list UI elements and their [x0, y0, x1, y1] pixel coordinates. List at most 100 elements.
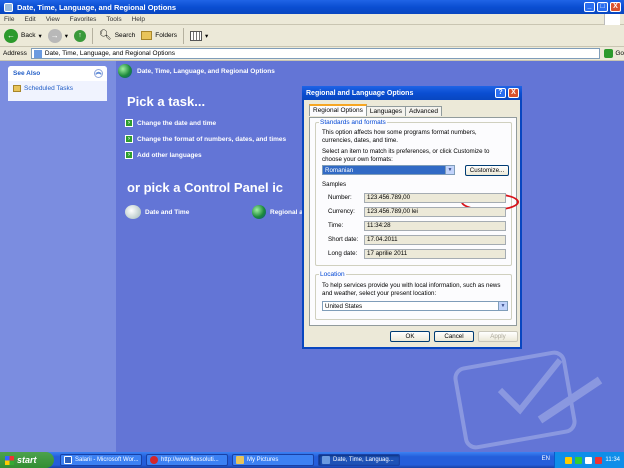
forward-button[interactable]: → ▾ — [47, 28, 68, 43]
date-time-icon — [125, 205, 141, 219]
location-description: To help services provide you with local … — [322, 282, 501, 297]
address-bar: Address Date, Time, Language, and Region… — [0, 47, 624, 61]
cp-icon-label: Date and Time — [145, 208, 190, 216]
standards-legend: Standards and formats — [320, 119, 386, 126]
window-titlebar: Date, Time, Language, and Regional Optio… — [0, 0, 624, 14]
close-button[interactable]: X — [610, 2, 621, 12]
chevron-down-icon: ▾ — [38, 32, 42, 40]
folders-label: Folders — [155, 32, 177, 39]
tab-regional-options[interactable]: Regional Options — [309, 104, 367, 116]
sample-currency-value: 123.456.789,00 lei — [364, 207, 506, 217]
help-button[interactable]: ? — [495, 88, 506, 98]
tab-advanced[interactable]: Advanced — [405, 106, 442, 116]
menu-bar: File Edit View Favorites Tools Help — [0, 14, 624, 25]
tab-languages[interactable]: Languages — [365, 106, 407, 116]
taskbar-task-word[interactable]: Salarii - Microsoft Wor... — [60, 454, 142, 466]
address-value: Date, Time, Language, and Regional Optio… — [44, 50, 175, 57]
collapse-chevron-icon[interactable]: ︽ — [94, 69, 103, 78]
views-icon — [189, 30, 202, 41]
word-icon — [64, 456, 72, 464]
language-indicator[interactable]: EN — [542, 456, 550, 462]
ok-button[interactable]: OK — [390, 331, 430, 342]
tray-icon[interactable] — [575, 456, 583, 464]
task-label: Date, Time, Languag... — [333, 457, 394, 463]
start-label: start — [17, 455, 37, 465]
task-change-format[interactable]: › Change the format of numbers, dates, a… — [125, 135, 286, 143]
menu-edit[interactable]: Edit — [24, 16, 35, 23]
back-arrow-icon: ← — [4, 28, 18, 43]
task-label: My Pictures — [247, 457, 279, 463]
menu-view[interactable]: View — [46, 16, 60, 23]
address-input[interactable]: Date, Time, Language, and Regional Optio… — [30, 48, 601, 59]
cancel-button[interactable]: Cancel — [434, 331, 474, 342]
tray-icon[interactable] — [565, 456, 573, 464]
regional-language-dialog: Regional and Language Options ? X Region… — [302, 86, 522, 349]
sample-long-date-label: Long date: — [328, 250, 358, 257]
search-button[interactable]: 🔍︎ Search — [99, 30, 135, 41]
regional-options-link[interactable]: Regional a — [252, 205, 303, 219]
task-label: http://www.flexsoluti... — [161, 457, 219, 463]
taskbar-task-date-time[interactable]: Date, Time, Languag... — [318, 454, 400, 466]
scheduled-tasks-icon — [13, 85, 21, 92]
folders-button[interactable]: Folders — [141, 31, 177, 40]
chevron-down-icon[interactable]: ▼ — [498, 302, 507, 310]
chevron-down-icon[interactable]: ▼ — [445, 166, 454, 174]
customize-button[interactable]: Customize... — [465, 165, 509, 176]
back-button[interactable]: ← Back ▾ — [4, 28, 42, 43]
category-title: Date, Time, Language, and Regional Optio… — [137, 67, 275, 75]
go-label: Go — [615, 50, 624, 57]
chevron-down-icon: ▾ — [204, 32, 209, 40]
forward-arrow-icon: → — [47, 28, 62, 43]
control-panel-icon — [33, 49, 42, 58]
dialog-title: Regional and Language Options — [306, 89, 414, 97]
views-button[interactable]: ▾ — [189, 30, 209, 41]
see-also-heading: See Also — [13, 70, 41, 77]
locale-select[interactable]: Romanian ▼ — [322, 165, 455, 175]
sample-time-value: 11:34:28 — [364, 221, 506, 231]
dialog-close-button[interactable]: X — [508, 88, 519, 98]
green-arrow-icon: › — [125, 151, 133, 159]
task-change-date-time[interactable]: › Change the date and time — [125, 119, 216, 127]
taskbar-task-my-pictures[interactable]: My Pictures — [232, 454, 314, 466]
pick-task-heading: Pick a task... — [127, 94, 206, 109]
go-arrow-icon — [604, 49, 614, 58]
sample-currency-label: Currency: — [328, 208, 355, 215]
clock[interactable]: 11:34 — [605, 457, 620, 463]
go-button[interactable]: Go — [604, 49, 624, 58]
start-button[interactable]: start — [0, 452, 54, 468]
menu-file[interactable]: File — [4, 16, 14, 23]
taskbar: start Salarii - Microsoft Wor... http://… — [0, 452, 624, 468]
search-label: Search — [114, 32, 136, 39]
menu-favorites[interactable]: Favorites — [70, 16, 97, 23]
sample-short-date-value: 17.04.2011 — [364, 235, 506, 245]
chevron-down-icon: ▾ — [64, 32, 68, 40]
samples-label: Samples — [322, 181, 347, 188]
windows-flag-icon — [5, 455, 14, 465]
address-label: Address — [3, 50, 27, 57]
tray-icon[interactable] — [585, 456, 593, 464]
maximize-button[interactable]: □ — [597, 2, 608, 12]
control-panel-icon — [4, 2, 13, 12]
left-task-pane — [0, 61, 116, 452]
sample-short-date-label: Short date: — [328, 236, 359, 243]
sidebar-item-label: Scheduled Tasks — [24, 85, 74, 92]
sidebar-item-scheduled-tasks[interactable]: Scheduled Tasks — [8, 81, 107, 96]
task-label: Change the date and time — [137, 119, 217, 127]
window-title: Date, Time, Language, and Regional Optio… — [17, 2, 177, 12]
green-arrow-icon: › — [125, 119, 133, 127]
minimize-button[interactable]: _ — [584, 2, 595, 12]
task-add-languages[interactable]: › Add other languages — [125, 151, 202, 159]
date-and-time-link[interactable]: Date and Time — [125, 205, 189, 219]
control-panel-icon — [322, 456, 330, 464]
menu-help[interactable]: Help — [132, 16, 145, 23]
see-also-header[interactable]: See Also ︽ — [8, 66, 107, 81]
taskbar-task-browser[interactable]: http://www.flexsoluti... — [146, 454, 228, 466]
tray-icon[interactable] — [595, 456, 603, 464]
apply-button[interactable]: Apply — [478, 331, 518, 342]
up-folder-icon[interactable]: ↑ — [73, 29, 86, 42]
location-value: United States — [325, 302, 363, 310]
search-icon: 🔍︎ — [98, 30, 112, 41]
location-select[interactable]: United States ▼ — [322, 301, 508, 311]
standards-description: This option affects how some programs fo… — [322, 129, 477, 144]
menu-tools[interactable]: Tools — [106, 16, 121, 23]
